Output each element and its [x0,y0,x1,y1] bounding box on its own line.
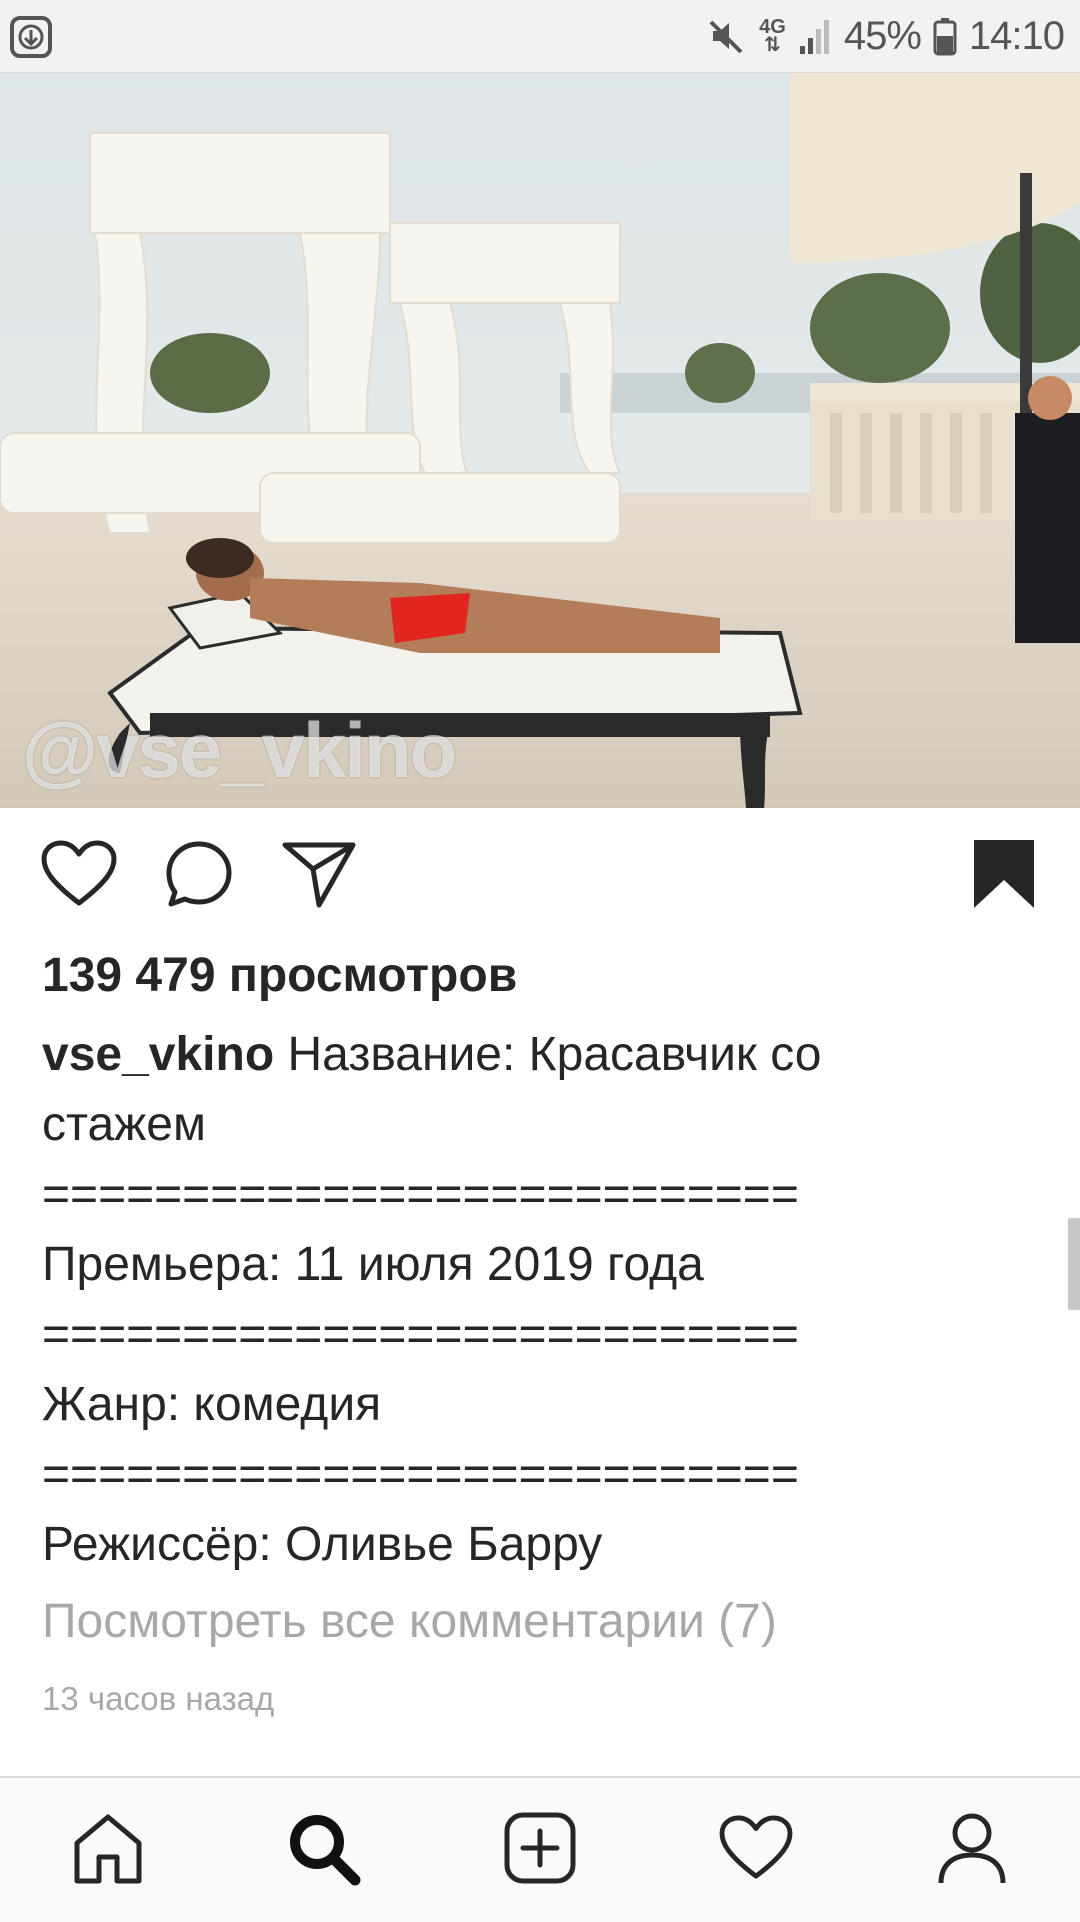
save-button[interactable] [962,832,1046,916]
caption-line: Режиссёр: Оливье Барру [42,1518,603,1571]
heart-icon [41,840,117,906]
nav-profile-button[interactable] [922,1798,1022,1898]
activity-heart-icon [719,1815,793,1879]
post-actions [0,832,1080,924]
caption-line: vse_vkino Название: Красавчик со [42,1020,1042,1090]
caption-divider: =========================== [42,1168,799,1221]
share-icon [282,842,356,908]
battery-icon [933,18,957,56]
caption-line: Премьера: 11 июля 2019 года [42,1238,704,1291]
download-notification-icon [10,16,52,58]
share-button[interactable] [277,832,361,916]
video-watermark: @vse_vkino [22,706,457,794]
view-all-comments-link[interactable]: Посмотреть все комментарии (7) [42,1594,777,1649]
status-bar: 4G ⇅ 45% 14:10 [0,0,1080,73]
like-button[interactable] [37,832,121,916]
caption-divider: =========================== [42,1308,799,1361]
signal-icon [799,20,829,54]
nav-search-button[interactable] [273,1798,373,1898]
caption-line: Жанр: комедия [42,1378,382,1431]
post-timestamp: 13 часов назад [42,1680,275,1717]
view-count: 139 479 просмотров [42,949,518,1002]
mute-icon [709,20,743,54]
post-video[interactable]: @vse_vkino [0,73,1080,808]
status-icons: 4G ⇅ 45% 14:10 [707,0,1065,72]
caption-username[interactable]: vse_vkino [42,1028,274,1081]
nav-new-post-button[interactable] [490,1798,590,1898]
scrollbar-thumb[interactable] [1068,1218,1080,1310]
comment-button[interactable] [157,832,241,916]
video-frame [0,73,1080,808]
add-post-icon [504,1812,576,1884]
battery-percent: 45% [843,13,922,58]
caption-line: стажем [42,1098,206,1151]
clock: 14:10 [968,13,1065,58]
bottom-navigation [0,1776,1080,1922]
comment-icon [166,841,232,907]
nav-home-button[interactable] [58,1798,158,1898]
caption-divider: =========================== [42,1448,799,1501]
bookmark-icon [974,840,1034,908]
profile-icon [938,1813,1006,1884]
caption-text: Название: Красавчик со [287,1028,822,1081]
network-type: 4G ⇅ [759,16,786,56]
search-icon [290,1815,361,1886]
post-caption: vse_vkino Название: Красавчик со стажем … [42,1020,1042,1580]
home-icon [74,1814,142,1884]
nav-activity-button[interactable] [706,1798,806,1898]
